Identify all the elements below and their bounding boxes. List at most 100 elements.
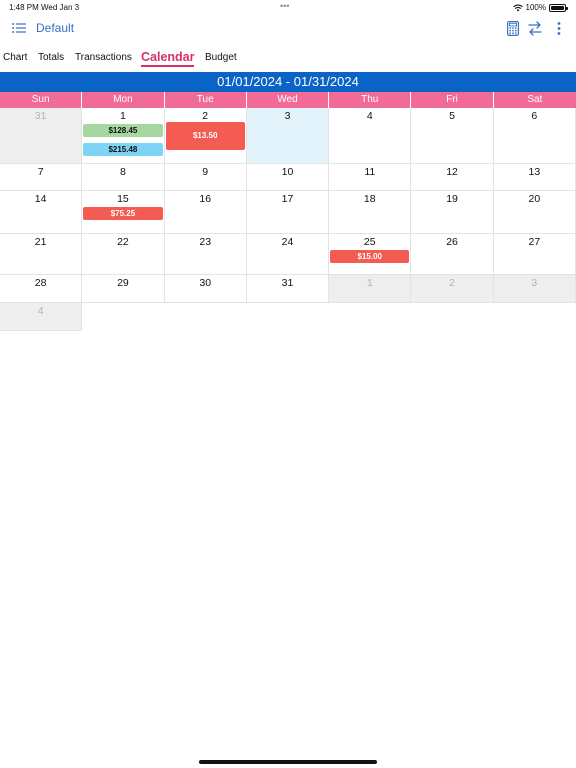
calendar-day[interactable]: 11: [329, 164, 412, 191]
swap-arrows-icon[interactable]: [528, 21, 542, 36]
more-vertical-icon[interactable]: [556, 21, 562, 36]
calendar-day[interactable]: 15 $75.25: [82, 191, 165, 234]
day-number: 23: [199, 236, 212, 248]
calendar-day[interactable]: 28: [0, 275, 83, 303]
status-right: 100%: [512, 3, 568, 12]
tab-budget[interactable]: Budget: [205, 52, 237, 63]
day-number: 15: [117, 193, 129, 205]
calendar-day[interactable]: 17: [246, 191, 330, 234]
calendar-day[interactable]: 16: [164, 191, 247, 234]
day-number: 14: [34, 193, 47, 205]
calendar-week-row: 21 22 23 24 25 $15.00 26 27: [0, 234, 576, 275]
calendar-day[interactable]: 2 $13.50: [164, 108, 247, 164]
day-number: 1: [366, 277, 373, 289]
calendar-week-row: 14 15 $75.25 16 17 18 19 20: [0, 191, 576, 234]
home-indicator[interactable]: [199, 760, 377, 764]
weekday-label: Fri: [411, 92, 494, 108]
day-number: 2: [202, 110, 209, 122]
day-number: 24: [281, 236, 294, 248]
calendar-day[interactable]: 2: [411, 275, 494, 303]
calendar-day[interactable]: 21: [0, 234, 83, 275]
tab-transactions[interactable]: Transactions: [75, 52, 132, 63]
calendar-day[interactable]: 22: [82, 234, 165, 275]
nav-bar: Default: [0, 14, 576, 44]
active-tab-underline: [141, 65, 194, 67]
calendar-week-row: 7 8 9 10 11 12 13: [0, 164, 576, 191]
day-number: 13: [528, 166, 541, 178]
day-number: 1: [120, 110, 126, 122]
list-icon[interactable]: [12, 22, 26, 34]
calendar-week-row: 4: [0, 303, 576, 331]
calendar-range-header: 01/01/2024 - 01/31/2024: [0, 72, 576, 92]
calendar-day-today[interactable]: 3: [246, 108, 330, 164]
calendar-day[interactable]: 31: [0, 108, 83, 164]
day-number: 27: [528, 236, 541, 248]
transaction-badge[interactable]: $215.48: [83, 143, 163, 156]
day-number: 4: [37, 305, 44, 317]
day-number: 11: [364, 166, 376, 178]
calendar-day[interactable]: 1 $128.45 $215.48: [82, 108, 165, 164]
calendar-day[interactable]: 24: [246, 234, 330, 275]
calendar-day[interactable]: 1: [329, 275, 412, 303]
weekday-label: Thu: [329, 92, 412, 108]
weekday-label: Tue: [164, 92, 247, 108]
day-number: 2: [449, 277, 455, 289]
transaction-badge[interactable]: $13.50: [165, 122, 245, 150]
day-number: 3: [284, 110, 291, 122]
calendar-day[interactable]: 29: [82, 275, 165, 303]
day-number: 26: [446, 236, 458, 248]
weekday-label: Wed: [246, 92, 330, 108]
calendar-day[interactable]: 26: [411, 234, 494, 275]
day-number: 21: [34, 236, 47, 248]
calendar-day[interactable]: 19: [411, 191, 494, 234]
battery-fill: [551, 5, 564, 10]
calendar-day[interactable]: 9: [164, 164, 247, 191]
nav-title[interactable]: Default: [36, 21, 74, 35]
day-number: 10: [281, 166, 294, 178]
weekday-header: Sun Mon Tue Wed Thu Fri Sat: [0, 92, 576, 108]
calculator-icon[interactable]: [507, 21, 519, 36]
multitasking-dots-icon[interactable]: •••: [280, 1, 289, 11]
day-number: 4: [366, 110, 373, 122]
calendar-day[interactable]: 10: [246, 164, 330, 191]
calendar-day[interactable]: 13: [493, 164, 576, 191]
day-number: 19: [446, 193, 458, 205]
day-number: 7: [37, 166, 44, 178]
calendar-day[interactable]: 20: [493, 191, 576, 234]
day-number: 22: [117, 236, 129, 248]
day-number: 9: [202, 166, 209, 178]
weekday-label: Sat: [493, 92, 576, 108]
tab-chart[interactable]: Chart: [3, 52, 27, 63]
status-time: 1:48 PM: [9, 3, 39, 12]
calendar-week-row: 28 29 30 31 1 2 3: [0, 275, 576, 303]
day-number: 5: [449, 110, 455, 122]
day-number: 16: [199, 193, 212, 205]
calendar-day[interactable]: 18: [329, 191, 412, 234]
calendar-day[interactable]: 14: [0, 191, 83, 234]
calendar-day[interactable]: 25 $15.00: [329, 234, 412, 275]
transaction-badge[interactable]: $128.45: [83, 124, 163, 137]
transaction-badge[interactable]: $75.25: [83, 207, 163, 220]
status-date: Wed Jan 3: [41, 3, 80, 12]
calendar-day[interactable]: 30: [164, 275, 247, 303]
tab-totals[interactable]: Totals: [38, 52, 64, 63]
transaction-badge[interactable]: $15.00: [330, 250, 410, 263]
status-bar: 1:48 PM Wed Jan 3 ••• 100%: [0, 0, 576, 14]
calendar-day[interactable]: 6: [493, 108, 576, 164]
tab-calendar[interactable]: Calendar: [141, 50, 195, 64]
day-number: 12: [446, 166, 458, 178]
wifi-icon: [512, 4, 523, 11]
day-number: 3: [531, 277, 538, 289]
calendar-day[interactable]: 27: [493, 234, 576, 275]
calendar-day[interactable]: 4: [329, 108, 412, 164]
battery-percent: 100%: [525, 3, 546, 12]
calendar-day[interactable]: 23: [164, 234, 247, 275]
calendar-day[interactable]: 7: [0, 164, 83, 191]
calendar-day[interactable]: 5: [411, 108, 494, 164]
calendar-day[interactable]: 31: [246, 275, 330, 303]
calendar-day[interactable]: 3: [493, 275, 576, 303]
calendar-day[interactable]: 12: [411, 164, 494, 191]
day-number: 31: [281, 277, 294, 289]
calendar-day[interactable]: 8: [82, 164, 165, 191]
calendar-day[interactable]: 4: [0, 303, 83, 331]
